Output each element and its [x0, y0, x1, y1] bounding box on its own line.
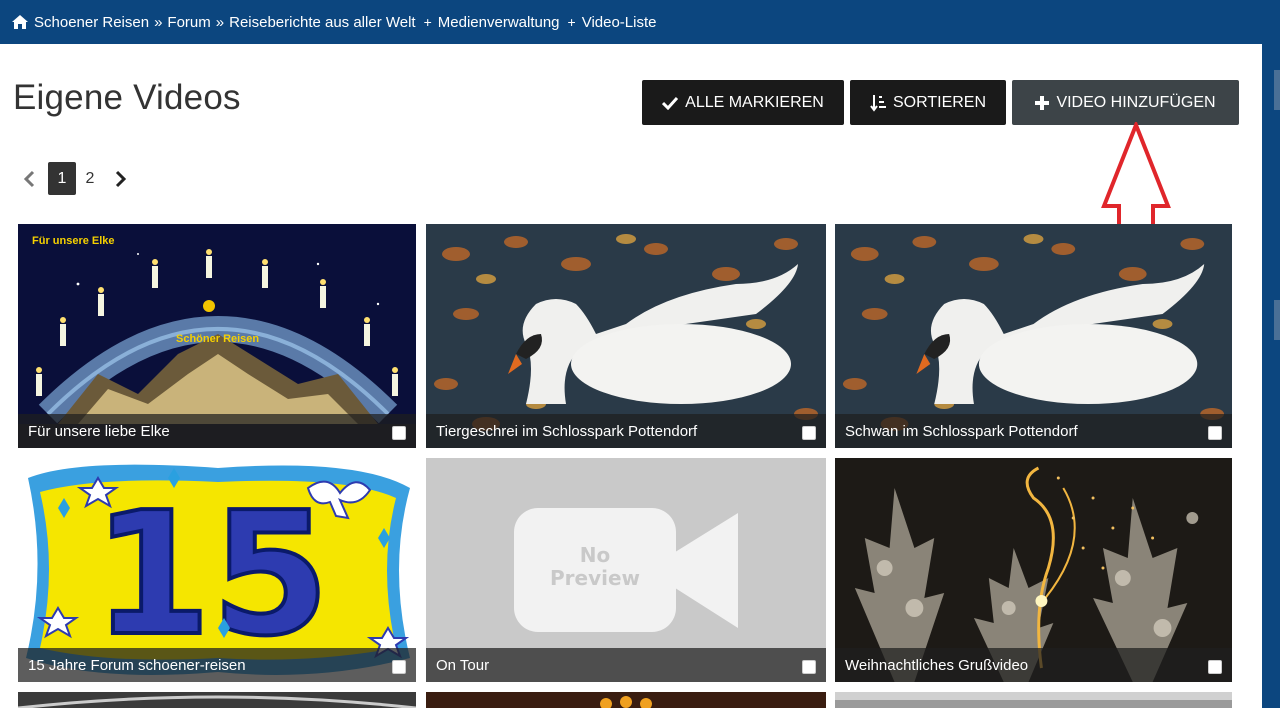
breadcrumb-home-label[interactable]: Schoener Reisen	[34, 14, 149, 31]
video-title[interactable]: 15 Jahre Forum schoener-reisen	[18, 648, 416, 682]
home-icon	[12, 15, 28, 29]
plus-icon	[1035, 95, 1050, 110]
video-title[interactable]: Weihnachtliches Grußvideo	[835, 648, 1232, 682]
video-thumbnail	[18, 695, 416, 708]
video-tile[interactable]: No Preview On Tour	[426, 458, 826, 682]
video-select-checkbox[interactable]	[1208, 660, 1222, 674]
video-tile[interactable]: Für unsere Elke Schöner Reisen Für unser…	[18, 224, 416, 448]
breadcrumb: Schoener Reisen » Forum » Reiseberichte …	[0, 0, 1280, 44]
video-title[interactable]: Tiergeschrei im Schlosspark Pottendorf	[426, 414, 826, 448]
chevron-left-icon	[23, 170, 35, 187]
video-tile[interactable]	[18, 692, 416, 708]
sidebar-handle[interactable]	[1274, 300, 1280, 340]
svg-text:15: 15	[93, 476, 330, 674]
breadcrumb-item-video-liste[interactable]: Video-Liste	[582, 14, 657, 31]
video-tile[interactable]	[835, 692, 1232, 708]
page-1-button[interactable]: 1	[48, 162, 76, 195]
breadcrumb-separator: »	[215, 13, 225, 31]
next-page-button[interactable]	[110, 162, 132, 195]
video-select-checkbox[interactable]	[392, 426, 406, 440]
video-title[interactable]: Für unsere liebe Elke	[18, 414, 416, 448]
breadcrumb-plus: +	[567, 14, 576, 30]
mark-all-label: ALLE MARKIEREN	[685, 93, 824, 111]
page-2-button[interactable]: 2	[76, 162, 104, 195]
svg-text:No: No	[580, 543, 610, 567]
chevron-right-icon	[115, 170, 127, 187]
video-select-checkbox[interactable]	[1208, 426, 1222, 440]
breadcrumb-item-medienverwaltung[interactable]: Medienverwaltung	[438, 14, 560, 31]
video-select-checkbox[interactable]	[392, 660, 406, 674]
video-thumbnail	[600, 696, 652, 708]
breadcrumb-item-forum[interactable]: Forum	[167, 14, 210, 31]
breadcrumb-separator: »	[154, 13, 163, 31]
pagination: 1 2	[18, 162, 132, 195]
sidebar-edge	[1262, 44, 1280, 708]
previous-page-button[interactable]	[18, 162, 40, 195]
video-tile[interactable]	[426, 692, 826, 708]
mark-all-button[interactable]: ALLE MARKIEREN	[642, 80, 844, 125]
svg-text:Schöner Reisen: Schöner Reisen	[176, 333, 259, 345]
video-tile[interactable]: Schwan im Schlosspark Pottendorf	[835, 224, 1232, 448]
video-tile[interactable]: 15 15 Jahre Forum schoener-reisen	[18, 458, 416, 682]
sort-button[interactable]: SORTIEREN	[850, 80, 1006, 125]
add-video-label: VIDEO HINZUFÜGEN	[1056, 93, 1216, 111]
video-select-checkbox[interactable]	[802, 426, 816, 440]
video-thumbnail	[835, 700, 1232, 708]
checkmark-icon	[662, 96, 679, 110]
breadcrumb-plus: +	[423, 14, 432, 30]
sort-label: SORTIEREN	[892, 93, 987, 111]
sort-icon	[870, 94, 886, 112]
video-tile[interactable]: Tiergeschrei im Schlosspark Pottendorf	[426, 224, 826, 448]
sidebar-handle[interactable]	[1274, 70, 1280, 110]
video-select-checkbox[interactable]	[802, 660, 816, 674]
svg-text:Für unsere Elke: Für unsere Elke	[32, 235, 115, 247]
video-title[interactable]: On Tour	[426, 648, 826, 682]
breadcrumb-home[interactable]: Schoener Reisen	[12, 14, 149, 31]
breadcrumb-item-reiseberichte[interactable]: Reiseberichte aus aller Welt	[229, 14, 415, 31]
svg-text:Preview: Preview	[550, 566, 640, 590]
page-title: Eigene Videos	[13, 78, 241, 117]
video-title[interactable]: Schwan im Schlosspark Pottendorf	[835, 414, 1232, 448]
video-tile[interactable]: Weihnachtliches Grußvideo	[835, 458, 1232, 682]
add-video-button[interactable]: VIDEO HINZUFÜGEN	[1012, 80, 1239, 125]
